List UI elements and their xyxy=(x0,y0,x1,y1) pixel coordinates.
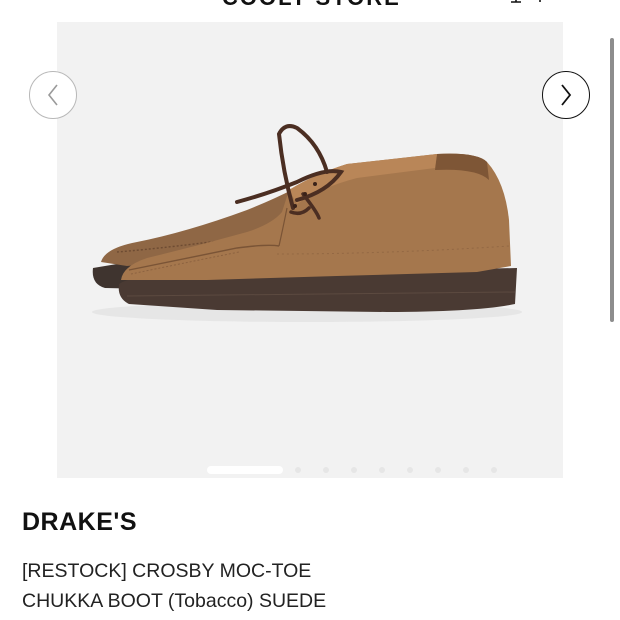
carousel-dot[interactable] xyxy=(407,467,413,473)
cart-icon[interactable] xyxy=(574,0,590,4)
chevron-right-icon xyxy=(561,84,572,106)
product-title-line-1: [RESTOCK] CROSBY MOC-TOE xyxy=(22,560,312,582)
product-title-line-2: CHUKKA BOOT (Tobacco) SUEDE xyxy=(22,590,327,612)
carousel-dot[interactable] xyxy=(435,467,441,473)
account-icon[interactable] xyxy=(508,0,524,4)
carousel-dots xyxy=(207,466,527,474)
chevron-left-icon xyxy=(47,84,58,106)
product-brand[interactable]: DRAKE'S xyxy=(22,508,137,537)
carousel-dot[interactable] xyxy=(379,467,385,473)
search-icon[interactable] xyxy=(532,0,548,4)
carousel-dot[interactable] xyxy=(323,467,329,473)
carousel-dot-active[interactable] xyxy=(207,466,283,474)
previous-image-button[interactable] xyxy=(29,71,77,119)
product-page: COOLT STORE xyxy=(0,0,620,620)
boot-photo xyxy=(57,22,563,478)
carousel-dot[interactable] xyxy=(463,467,469,473)
carousel-dot[interactable] xyxy=(491,467,497,473)
top-header: COOLT STORE xyxy=(0,0,620,10)
next-image-button[interactable] xyxy=(542,71,590,119)
carousel-dot[interactable] xyxy=(295,467,301,473)
carousel-dot[interactable] xyxy=(351,467,357,473)
page-scrollbar[interactable] xyxy=(610,38,614,322)
store-name[interactable]: COOLT STORE xyxy=(222,0,401,11)
product-title: [RESTOCK] CROSBY MOC-TOE CHUKKA BOOT (To… xyxy=(22,556,602,616)
product-image-carousel[interactable] xyxy=(57,22,563,478)
